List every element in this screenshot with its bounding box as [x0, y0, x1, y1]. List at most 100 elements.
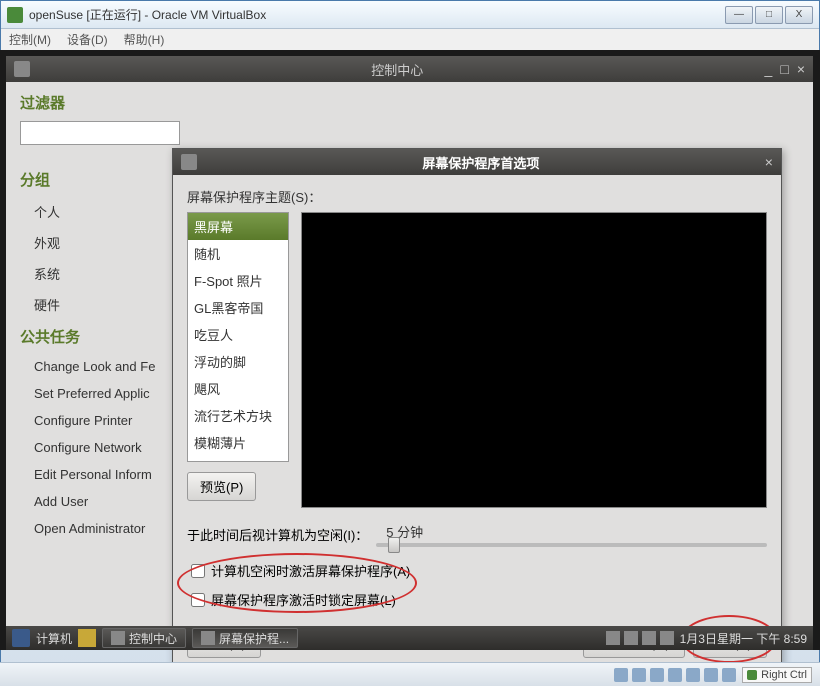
taskbar-item-control-center[interactable]: 控制中心: [102, 628, 186, 648]
guest-taskbar: 计算机 控制中心 屏幕保护程... 1月3日星期一 下午 8:59: [6, 626, 813, 650]
theme-list[interactable]: 黑屏幕 随机 F-Spot 照片 GL黑客帝国 吃豆人 浮动的脚 飓风 流行艺术…: [187, 212, 289, 462]
close-button[interactable]: X: [785, 6, 813, 24]
taskbar-computer-label[interactable]: 计算机: [36, 630, 72, 647]
task-item[interactable]: Open Administrator: [20, 515, 180, 542]
task-item[interactable]: Add User: [20, 488, 180, 515]
screensaver-preview: [301, 212, 767, 508]
idle-label: 于此时间后视计算机为空闲(I)：: [187, 525, 368, 544]
idle-value: 5 分钟: [386, 522, 767, 541]
cc-minimize-button[interactable]: _: [765, 61, 773, 77]
cc-icon: [14, 61, 30, 77]
menu-help[interactable]: 帮助(H): [124, 31, 165, 48]
tray-icon[interactable]: [606, 631, 620, 645]
theme-item[interactable]: 飓风: [188, 375, 288, 402]
guest-display: 控制中心 _ □ × 过滤器 分组 个人 外观 系统 硬件: [0, 50, 820, 650]
usb-icon[interactable]: [668, 668, 682, 682]
tasks-section: 公共任务 Change Look and Fe Set Preferred Ap…: [20, 326, 180, 542]
screensaver-dialog: 屏幕保护程序首选项 × 屏幕保护程序主题(S)： 黑屏幕 随机 F-Spot 照…: [172, 148, 782, 684]
theme-item[interactable]: 流行艺术方块: [188, 402, 288, 429]
start-menu-icon[interactable]: [12, 629, 30, 647]
status-icons: [614, 668, 736, 682]
group-item[interactable]: 个人: [20, 196, 180, 227]
theme-label: 屏幕保护程序主题(S)：: [187, 187, 767, 206]
tray-icon[interactable]: [660, 631, 674, 645]
menu-control[interactable]: 控制(M): [9, 31, 51, 48]
maximize-button[interactable]: □: [755, 6, 783, 24]
host-key-label: Right Ctrl: [761, 669, 807, 681]
theme-item[interactable]: 黑屏幕: [188, 213, 288, 240]
lock-on-activate-row[interactable]: 屏幕保护程序激活时锁定屏幕(L): [187, 590, 767, 609]
cc-title: 控制中心: [371, 60, 423, 79]
lock-on-activate-checkbox[interactable]: [191, 593, 205, 607]
virtualbox-menubar: 控制(M) 设备(D) 帮助(H): [1, 29, 819, 51]
ss-icon: [181, 154, 197, 170]
display-icon[interactable]: [704, 668, 718, 682]
cc-titlebar: 控制中心 _ □ ×: [6, 56, 813, 82]
group-item[interactable]: 硬件: [20, 289, 180, 320]
theme-item[interactable]: 随机: [188, 240, 288, 267]
tasks-heading: 公共任务: [20, 326, 180, 347]
optical-icon[interactable]: [632, 668, 646, 682]
group-item[interactable]: 系统: [20, 258, 180, 289]
theme-item[interactable]: 吃豆人: [188, 321, 288, 348]
cc-sidebar: 过滤器 分组 个人 外观 系统 硬件 公共任务 Change Look and …: [20, 92, 180, 636]
activate-on-idle-checkbox[interactable]: [191, 564, 205, 578]
clock[interactable]: 1月3日星期一 下午 8:59: [680, 630, 807, 647]
preview-button[interactable]: 预览(P): [187, 472, 256, 501]
cc-window-buttons: _ □ ×: [765, 61, 805, 77]
idle-slider-wrap: 5 分钟: [376, 522, 767, 547]
virtualbox-title: openSuse [正在运行] - Oracle VM VirtualBox: [29, 6, 725, 23]
theme-item[interactable]: 模糊薄片: [188, 429, 288, 456]
idle-slider-row: 于此时间后视计算机为空闲(I)： 5 分钟: [187, 522, 767, 547]
tray-icons: [606, 631, 674, 645]
task-item[interactable]: Edit Personal Inform: [20, 461, 180, 488]
host-key-arrow-icon: [747, 670, 757, 680]
virtualbox-titlebar: openSuse [正在运行] - Oracle VM VirtualBox —…: [1, 1, 819, 29]
slider-thumb[interactable]: [388, 537, 400, 553]
cc-close-button[interactable]: ×: [797, 61, 805, 77]
task-item[interactable]: Configure Network: [20, 434, 180, 461]
system-tray: 1月3日星期一 下午 8:59: [606, 630, 807, 647]
tray-icon[interactable]: [624, 631, 638, 645]
theme-item[interactable]: GL黑客帝国: [188, 294, 288, 321]
app-icon: [111, 631, 125, 645]
theme-list-wrap: 黑屏幕 随机 F-Spot 照片 GL黑客帝国 吃豆人 浮动的脚 飓风 流行艺术…: [187, 212, 289, 508]
ss-titlebar: 屏幕保护程序首选项 ×: [173, 149, 781, 175]
disk-icon[interactable]: [614, 668, 628, 682]
network-icon[interactable]: [650, 668, 664, 682]
theme-item[interactable]: F-Spot 照片: [188, 267, 288, 294]
menu-devices[interactable]: 设备(D): [67, 31, 108, 48]
ss-close-button[interactable]: ×: [765, 154, 773, 170]
filter-input[interactable]: [20, 121, 180, 145]
taskbar-item-label: 控制中心: [129, 630, 177, 647]
host-key-indicator: Right Ctrl: [742, 667, 812, 683]
ss-body: 屏幕保护程序主题(S)： 黑屏幕 随机 F-Spot 照片 GL黑客帝国 吃豆人…: [173, 175, 781, 670]
window-controls: — □ X: [725, 6, 813, 24]
filter-heading: 过滤器: [20, 92, 180, 113]
groups-heading: 分组: [20, 169, 180, 190]
theme-item[interactable]: 浮动的脚: [188, 348, 288, 375]
taskbar-item-label: 屏幕保护程...: [219, 630, 289, 647]
virtualbox-icon: [7, 7, 23, 23]
cc-maximize-button[interactable]: □: [780, 61, 788, 77]
virtualbox-statusbar: Right Ctrl: [0, 662, 820, 686]
tray-icon[interactable]: [642, 631, 656, 645]
idle-slider[interactable]: [376, 543, 767, 547]
ss-top-row: 黑屏幕 随机 F-Spot 照片 GL黑客帝国 吃豆人 浮动的脚 飓风 流行艺术…: [187, 212, 767, 508]
taskbar-item-screensaver[interactable]: 屏幕保护程...: [192, 628, 298, 648]
task-item[interactable]: Configure Printer: [20, 407, 180, 434]
ss-title: 屏幕保护程序首选项: [422, 153, 539, 172]
shared-folder-icon[interactable]: [686, 668, 700, 682]
minimize-button[interactable]: —: [725, 6, 753, 24]
task-item[interactable]: Change Look and Fe: [20, 353, 180, 380]
activate-on-idle-row[interactable]: 计算机空闲时激活屏幕保护程序(A): [187, 561, 767, 580]
virtualbox-window: openSuse [正在运行] - Oracle VM VirtualBox —…: [0, 0, 820, 686]
theme-item[interactable]: 乒: [188, 456, 288, 462]
checkbox-group: 计算机空闲时激活屏幕保护程序(A) 屏幕保护程序激活时锁定屏幕(L): [187, 561, 767, 609]
activate-on-idle-label: 计算机空闲时激活屏幕保护程序(A): [211, 561, 410, 580]
lock-on-activate-label: 屏幕保护程序激活时锁定屏幕(L): [211, 590, 396, 609]
group-item[interactable]: 外观: [20, 227, 180, 258]
notes-icon[interactable]: [78, 629, 96, 647]
mouse-icon[interactable]: [722, 668, 736, 682]
task-item[interactable]: Set Preferred Applic: [20, 380, 180, 407]
